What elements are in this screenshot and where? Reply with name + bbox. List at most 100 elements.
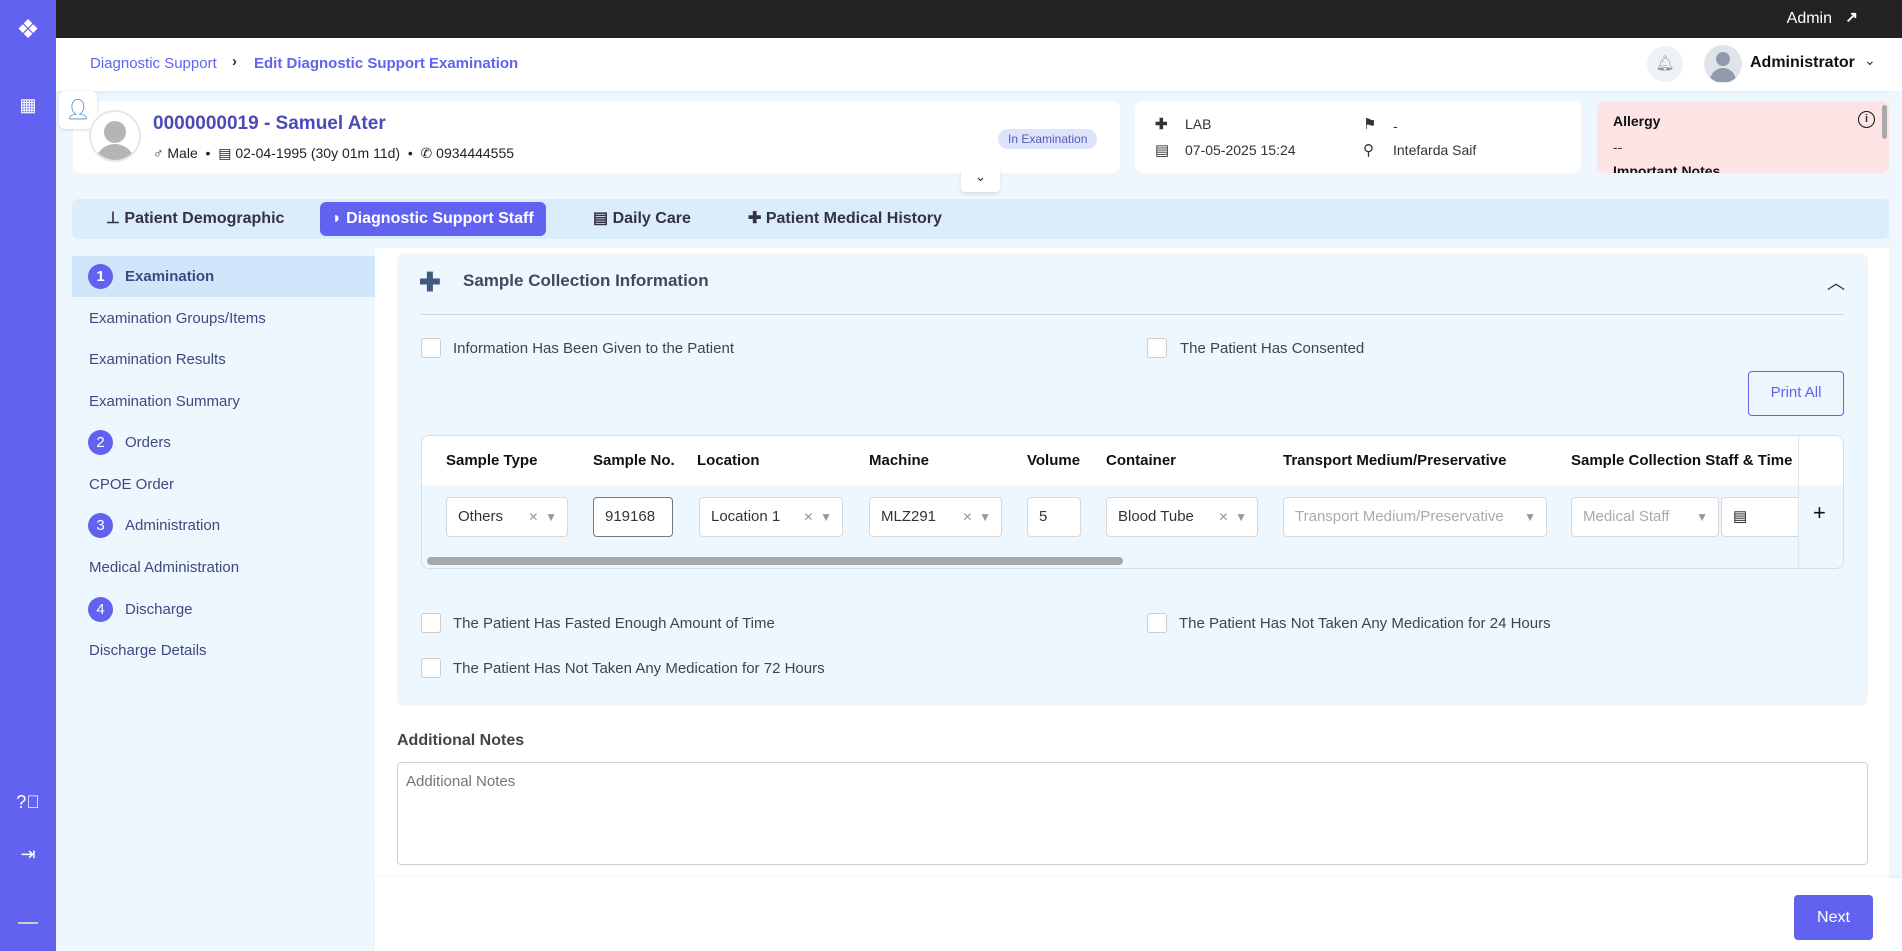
clipboard-icon: ▤: [593, 210, 609, 227]
checkbox-label: The Patient Has Not Taken Any Medication…: [1179, 615, 1551, 632]
tab-label: Diagnostic Support Staff: [346, 210, 534, 227]
clear-and-dropdown-icon[interactable]: ✕ ▼: [803, 498, 832, 536]
user-name[interactable]: Administrator: [1750, 54, 1855, 72]
collection-time-input[interactable]: ▤: [1721, 497, 1798, 537]
patient-card: 👤︎ 0000000019 - Samuel Ater ♂ Male • ▤ 0…: [59, 91, 1120, 173]
tab-daily-care[interactable]: ▤ Daily Care: [581, 202, 703, 236]
step-item[interactable]: Examination Groups/Items: [72, 298, 375, 339]
checkbox-label: The Patient Has Fasted Enough Amount of …: [453, 615, 775, 632]
step-item[interactable]: Discharge Details: [72, 630, 375, 671]
step-item[interactable]: 3 Administration: [72, 505, 375, 546]
step-item[interactable]: Examination Summary: [72, 381, 375, 422]
location-select[interactable]: Location 1 ✕ ▼: [699, 497, 843, 537]
collapse-chevron-up-icon[interactable]: ︿: [1827, 269, 1845, 295]
divider: [421, 314, 1844, 315]
dob: 02-04-1995 (30y 01m 11d): [235, 145, 401, 161]
column-header: Volume: [1027, 452, 1081, 469]
section-title: Sample Collection Information: [463, 271, 709, 290]
column-header: Sample No.: [593, 452, 675, 469]
step-item[interactable]: 2 Orders: [72, 422, 375, 463]
checkbox-patient-consented[interactable]: [1147, 338, 1167, 358]
tab-diagnostic-support-staff[interactable]: ◗ Diagnostic Support Staff: [320, 202, 546, 236]
user-avatar[interactable]: [1704, 45, 1742, 83]
breadcrumb-item[interactable]: Diagnostic Support: [90, 55, 217, 72]
step-item[interactable]: Medical Administration: [72, 547, 375, 588]
scrollbar[interactable]: [1882, 105, 1887, 139]
sample-type-select[interactable]: Others ✕ ▼: [446, 497, 568, 537]
checkbox-no-medication-72h[interactable]: [421, 658, 441, 678]
select-value: MLZ291: [881, 508, 937, 525]
diagnostic-icon: ◗: [332, 210, 342, 227]
additional-notes-textarea[interactable]: [397, 762, 1868, 865]
calendar-icon: ▤: [1155, 142, 1170, 159]
doctor-icon: ⚲: [1363, 142, 1374, 159]
calendar-icon[interactable]: ▤: [1733, 508, 1747, 525]
step-label: Examination Results: [89, 351, 226, 368]
important-notes-title: Important Notes: [1613, 163, 1721, 173]
checkbox-information-given[interactable]: [421, 338, 441, 358]
step-label: Medical Administration: [89, 559, 240, 576]
clear-and-dropdown-icon[interactable]: ✕ ▼: [962, 498, 991, 536]
checkbox-label: The Patient Has Not Taken Any Medication…: [453, 660, 825, 677]
dropdown-icon[interactable]: ▼: [1696, 498, 1708, 536]
expand-chevron-icon[interactable]: ⌄: [961, 168, 1000, 192]
step-label: Discharge: [125, 601, 193, 618]
add-row-button[interactable]: +: [1813, 500, 1826, 526]
input-value: 919168: [605, 508, 656, 525]
notification-bell-icon[interactable]: 🔔︎: [1647, 46, 1683, 82]
step-number-badge: 3: [88, 513, 113, 538]
help-icon[interactable]: ?⃝: [0, 792, 56, 813]
additional-notes-label: Additional Notes: [397, 732, 525, 749]
column-header: Sample Type: [446, 452, 538, 469]
select-value: Location 1: [711, 508, 781, 525]
patient-id-name: 0000000019 - Samuel Ater: [153, 113, 386, 134]
step-item[interactable]: Examination Results: [72, 339, 375, 380]
step-label: CPOE Order: [89, 476, 175, 493]
checkbox-label: The Patient Has Consented: [1180, 340, 1365, 357]
column-header: Container: [1106, 452, 1177, 469]
chevron-down-icon[interactable]: ⌄: [1864, 52, 1876, 69]
admin-link[interactable]: Admin: [1787, 10, 1832, 28]
step-label: Administration: [125, 517, 221, 534]
external-link-icon[interactable]: ↗: [1845, 8, 1858, 26]
container-select[interactable]: Blood Tube ✕ ▼: [1106, 497, 1258, 537]
clear-and-dropdown-icon[interactable]: ✕ ▼: [528, 498, 557, 536]
page-scroll-track[interactable]: [1889, 91, 1902, 951]
medical-cross-icon: ✚: [1155, 116, 1168, 133]
select-placeholder: Medical Staff: [1583, 508, 1670, 525]
dropdown-icon[interactable]: ▼: [1524, 498, 1536, 536]
step-item[interactable]: 1 Examination: [72, 256, 375, 297]
transport-medium-select[interactable]: Transport Medium/Preservative ▼: [1283, 497, 1547, 537]
machine-select[interactable]: MLZ291 ✕ ▼: [869, 497, 1002, 537]
sample-no-input[interactable]: 919168: [593, 497, 673, 537]
phone: 0934444555: [436, 145, 515, 161]
print-all-button[interactable]: Print All: [1748, 371, 1844, 416]
breadcrumb-separator-icon: ›: [232, 53, 237, 70]
volume-input[interactable]: 5: [1027, 497, 1081, 537]
logout-icon[interactable]: ⇥: [0, 844, 56, 865]
flag-icon: ⚑: [1363, 116, 1377, 133]
step-item[interactable]: 4 Discharge: [72, 589, 375, 630]
next-button[interactable]: Next: [1794, 895, 1873, 940]
step-item[interactable]: CPOE Order: [72, 464, 375, 505]
medical-staff-select[interactable]: Medical Staff ▼: [1571, 497, 1719, 537]
step-label: Orders: [125, 434, 171, 451]
patient-info-line: ♂ Male • ▤ 02-04-1995 (30y 01m 11d) • ✆ …: [153, 145, 515, 161]
tab-label: Patient Medical History: [765, 210, 942, 227]
clear-and-dropdown-icon[interactable]: ✕ ▼: [1218, 498, 1247, 536]
horizontal-scrollbar[interactable]: [427, 557, 1123, 565]
sidebar: ❖ ▦ ?⃝ ⇥: [0, 0, 56, 951]
info-icon[interactable]: i: [1858, 111, 1875, 128]
logo-icon[interactable]: ❖: [0, 14, 56, 45]
checkbox-no-medication-24h[interactable]: [1147, 613, 1167, 633]
checkbox-fasted[interactable]: [421, 613, 441, 633]
tab-label: Daily Care: [612, 210, 691, 227]
male-icon: ♂: [153, 145, 164, 161]
select-value: Others: [458, 508, 504, 525]
tab-patient-demographic[interactable]: ⊥ Patient Demographic: [94, 202, 296, 236]
tab-patient-medical-history[interactable]: ✚ Patient Medical History: [736, 202, 954, 236]
divider: [18, 922, 38, 924]
dashboard-grid-icon[interactable]: ▦: [0, 95, 56, 116]
step-label: Discharge Details: [89, 642, 207, 659]
footer: [375, 878, 1902, 951]
